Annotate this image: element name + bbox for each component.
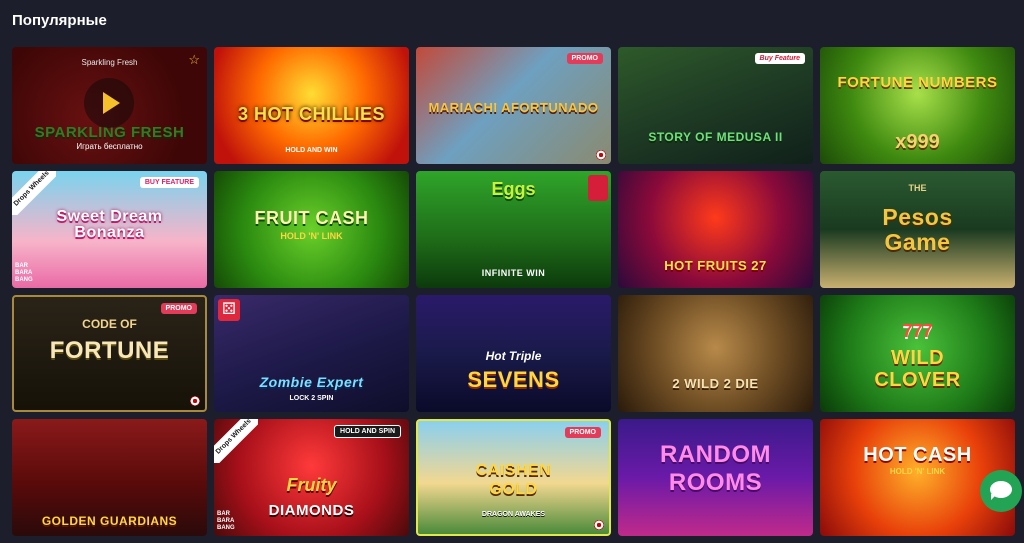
game-title: STORY OF MEDUSA II	[648, 130, 783, 144]
provider-logo-icon	[190, 396, 200, 406]
game-tile-hot-fruits-27[interactable]: HOT FRUITS 27	[618, 171, 813, 288]
game-tile-hot-triple-sevens[interactable]: Hot Triple SEVENS	[416, 295, 611, 412]
game-title: FRUIT CASH	[254, 208, 369, 228]
game-title: MARIACHI AFORTUNADO	[428, 100, 599, 115]
game-subtitle: Eggs	[491, 179, 536, 199]
game-subtitle: CODE OF	[82, 317, 137, 331]
game-tile-sweet-dream-bonanza[interactable]: BUY FEATURE Drops Wheels Sweet Dream Bon…	[12, 171, 207, 288]
game-title: FORTUNE NUMBERS	[837, 74, 998, 91]
provider-ribbon: Drops Wheels	[214, 419, 258, 463]
favorite-star-icon[interactable]: ☆	[188, 52, 200, 68]
game-subtitle: HOLD 'N' LINK	[280, 231, 343, 241]
game-subtitle: x999	[895, 131, 940, 153]
game-title: GOLDEN GUARDIANS	[41, 514, 178, 528]
hold-and-spin-badge: HOLD AND SPIN	[334, 425, 401, 438]
game-tile-fruity-diamonds[interactable]: HOLD AND SPIN Drops Wheels Fruity DIAMON…	[214, 419, 409, 536]
game-tile-caishen-gold[interactable]: PROMO CAISHEN GOLD DRAGON AWAKES	[416, 419, 611, 536]
game-tile-code-of-fortune[interactable]: PROMO CODE OF FORTUNE	[12, 295, 207, 412]
hover-game-name: Sparkling Fresh	[81, 58, 138, 67]
game-tile-infinite-win[interactable]: Eggs INFINITE WIN	[416, 171, 611, 288]
game-title: SEVENS	[467, 367, 560, 392]
game-subtitle: 777	[902, 321, 933, 341]
game-subtitle: DRAGON AWAKES	[481, 511, 546, 518]
promo-badge: PROMO	[160, 303, 197, 314]
provider-logo-text: BAR BARA BANG	[217, 511, 235, 531]
game-title: Sweet Dream Bonanza	[56, 208, 163, 241]
popular-games-page: Популярные SPARKLING FRESH Sparkling Fre…	[0, 0, 1024, 543]
game-tile-pesos-game[interactable]: THE Pesos Game	[820, 171, 1015, 288]
promo-badge: PROMO	[564, 427, 601, 438]
game-tile-fruit-cash[interactable]: FRUIT CASH HOLD 'N' LINK	[214, 171, 409, 288]
game-tile-sparkling-fresh[interactable]: SPARKLING FRESH Sparkling Fresh ☆ Играть…	[12, 47, 207, 164]
game-tile-777-wild-clover[interactable]: 777 WILD CLOVER	[820, 295, 1015, 412]
game-title: INFINITE WIN	[481, 268, 546, 278]
game-title: 2 WILD 2 DIE	[672, 376, 759, 391]
game-title: DIAMONDS	[268, 502, 355, 519]
play-icon[interactable]	[84, 78, 134, 128]
game-tile-golden-guardians[interactable]: GOLDEN GUARDIANS	[12, 419, 207, 536]
game-tile-random-rooms[interactable]: RANDOM ROOMS	[618, 419, 813, 536]
game-title: HOT FRUITS 27	[664, 258, 767, 273]
game-subtitle: Hot Triple	[485, 349, 542, 363]
game-title: CAISHEN GOLD	[475, 462, 552, 499]
game-title: FORTUNE	[49, 337, 170, 364]
drops-wheels-label: Drops Wheels	[214, 419, 258, 463]
buy-feature-badge: BUY FEATURE	[139, 177, 199, 188]
game-title: 3 HOT CHILLIES	[237, 104, 385, 124]
game-tile-zombie-expert[interactable]: Zombie Expert LOCK 2 SPIN	[214, 295, 409, 412]
provider-logo-icon	[596, 150, 606, 160]
section-title: Популярные	[12, 12, 107, 29]
game-tile-mariachi-afortunado[interactable]: PROMO MARIACHI AFORTUNADO	[416, 47, 611, 164]
provider-logo-icon	[594, 520, 604, 530]
game-title: Zombie Expert	[259, 374, 364, 390]
provider-logo-text: BAR BARA BANG	[15, 263, 33, 283]
game-title: Pesos Game	[882, 204, 953, 256]
game-subtitle: HOLD AND WIN	[285, 147, 338, 154]
game-subtitle: LOCK 2 SPIN	[289, 395, 334, 402]
provider-cube-icon	[218, 299, 240, 321]
game-title: HOT CASH	[863, 444, 972, 466]
game-tile-fortune-numbers[interactable]: FORTUNE NUMBERS x999	[820, 47, 1015, 164]
chat-icon[interactable]	[980, 470, 1022, 512]
games-grid: SPARKLING FRESH Sparkling Fresh ☆ Играть…	[12, 47, 1015, 536]
promo-badge: PROMO	[566, 53, 603, 64]
buy-feature-badge: Buy Feature	[754, 53, 805, 64]
play-free-link[interactable]: Играть бесплатно	[12, 142, 207, 151]
game-subtitle: THE	[908, 183, 927, 193]
game-tile-3-hot-chillies[interactable]: 3 HOT CHILLIES HOLD AND WIN	[214, 47, 409, 164]
game-subtitle: Fruity	[286, 475, 337, 495]
game-title: WILD CLOVER	[874, 347, 961, 391]
game-title: RANDOM ROOMS	[660, 441, 771, 496]
game-tile-story-of-medusa-ii[interactable]: Buy Feature STORY OF MEDUSA II	[618, 47, 813, 164]
game-tile-2-wild-2-die[interactable]: 2 WILD 2 DIE	[618, 295, 813, 412]
